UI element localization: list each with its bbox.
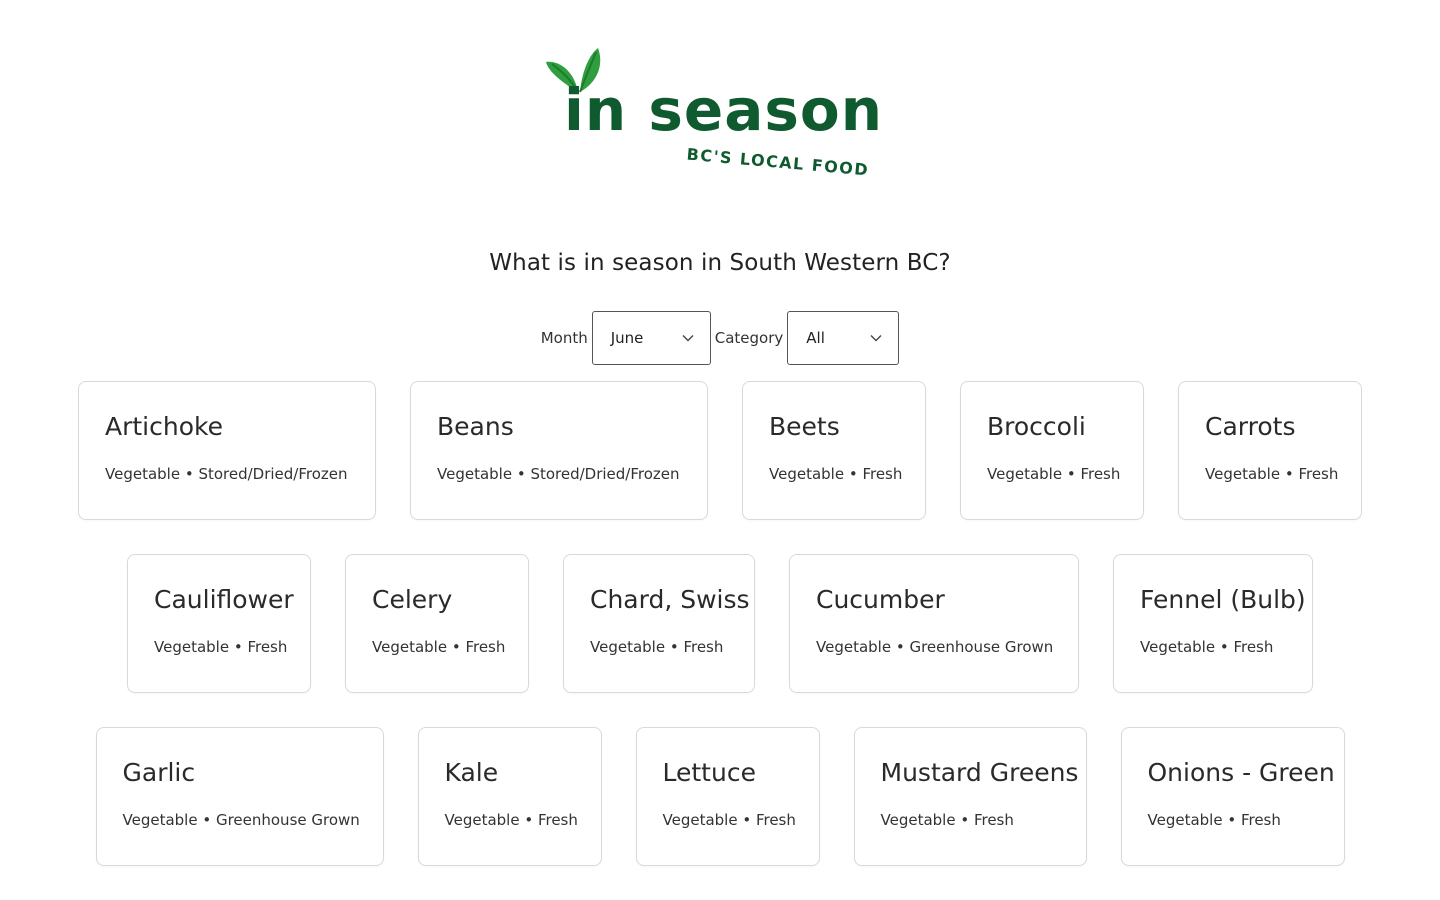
category-value: All [806,329,825,347]
produce-meta: Vegetable • Fresh [1147,811,1281,829]
produce-card[interactable]: Onions - Green Vegetable • Fresh [1120,727,1345,866]
produce-meta: Vegetable • Fresh [987,465,1121,483]
month-label: Month [540,329,588,347]
produce-card[interactable]: Kale Vegetable • Fresh [417,727,602,866]
in-season-logo[interactable]: in season BC'S LOCAL FOOD [540,40,900,190]
logo-image: in season BC'S LOCAL FOOD [546,48,883,180]
page: in season BC'S LOCAL FOOD What is in sea… [0,0,1440,900]
produce-name: Cucumber [816,585,945,614]
produce-name: Lettuce [662,758,756,787]
produce-meta: Vegetable • Fresh [1205,465,1339,483]
produce-meta: Vegetable • Fresh [154,638,288,656]
produce-name: Onions - Green [1147,758,1335,787]
produce-meta: Vegetable • Greenhouse Grown [122,811,360,829]
chevron-down-icon [682,335,694,342]
produce-meta: Vegetable • Fresh [662,811,796,829]
logo-tagline: BC'S LOCAL FOOD [686,145,870,180]
produce-name: Artichoke [105,412,223,441]
month-value: June [610,329,644,347]
produce-name: Garlic [122,758,196,787]
produce-meta: Vegetable • Stored/Dried/Frozen [437,465,680,483]
logo-word: in season [564,76,883,144]
produce-name: Chard, Swiss [590,585,750,614]
page-question: What is in season in South Western BC? [489,250,951,276]
produce-name: Broccoli [987,412,1086,441]
produce-row: Garlic Vegetable • Greenhouse Grown Kale… [0,727,1440,866]
produce-row: Artichoke Vegetable • Stored/Dried/Froze… [0,381,1440,520]
produce-row: Cauliflower Vegetable • Fresh Celery Veg… [0,554,1440,693]
produce-grid: Artichoke Vegetable • Stored/Dried/Froze… [0,381,1440,900]
produce-card[interactable]: Carrots Vegetable • Fresh [1178,381,1362,520]
produce-name: Carrots [1205,412,1296,441]
produce-card[interactable]: Fennel (Bulb) Vegetable • Fresh [1113,554,1313,693]
produce-card[interactable]: Garlic Vegetable • Greenhouse Grown [95,727,384,866]
produce-card[interactable]: Broccoli Vegetable • Fresh [960,381,1144,520]
produce-name: Cauliflower [154,585,294,614]
produce-name: Beans [437,412,514,441]
produce-meta: Vegetable • Fresh [372,638,506,656]
produce-card[interactable]: Mustard Greens Vegetable • Fresh [853,727,1087,866]
month-select[interactable]: June [591,311,711,365]
produce-card[interactable]: Lettuce Vegetable • Fresh [635,727,820,866]
produce-meta: Vegetable • Fresh [444,811,578,829]
produce-name: Beets [769,412,840,441]
category-label: Category [714,329,784,347]
produce-meta: Vegetable • Greenhouse Grown [816,638,1054,656]
produce-card[interactable]: Beets Vegetable • Fresh [742,381,926,520]
produce-meta: Vegetable • Fresh [880,811,1014,829]
produce-name: Mustard Greens [880,758,1079,787]
produce-card[interactable]: Beans Vegetable • Stored/Dried/Frozen [410,381,708,520]
produce-meta: Vegetable • Fresh [769,465,903,483]
produce-card[interactable]: Chard, Swiss Vegetable • Fresh [563,554,755,693]
produce-meta: Vegetable • Fresh [590,638,724,656]
produce-name: Fennel (Bulb) [1140,585,1306,614]
produce-name: Celery [372,585,453,614]
filter-bar: Month June Category All [0,311,1440,365]
produce-card[interactable]: Celery Vegetable • Fresh [345,554,529,693]
category-select[interactable]: All [787,311,900,365]
produce-meta: Vegetable • Fresh [1140,638,1274,656]
produce-card[interactable]: Cauliflower Vegetable • Fresh [127,554,311,693]
produce-name: Kale [444,758,499,787]
produce-card[interactable]: Cucumber Vegetable • Greenhouse Grown [789,554,1079,693]
produce-meta: Vegetable • Stored/Dried/Frozen [105,465,348,483]
chevron-down-icon [870,335,882,342]
produce-card[interactable]: Artichoke Vegetable • Stored/Dried/Froze… [78,381,376,520]
